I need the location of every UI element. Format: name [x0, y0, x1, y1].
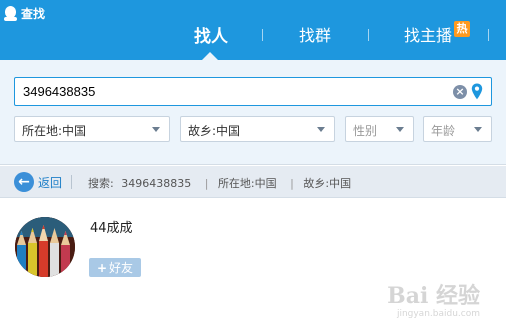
location-select[interactable]: 所在地:中国: [14, 116, 170, 142]
search-summary-label: 搜索:: [88, 177, 114, 190]
baidu-jingyan-watermark: Bai 经验 jingyan.baidu.com: [387, 278, 480, 319]
age-select-label: 年龄: [431, 124, 456, 138]
chevron-down-icon: [152, 127, 160, 132]
gender-select-label: 性别: [353, 124, 378, 138]
search-summary: 搜索: 3496438835 | 所在地:中国 | 故乡:中国: [88, 175, 355, 191]
chevron-down-icon: [317, 127, 325, 132]
search-panel: 3496438835 × 所在地:中国 故乡:中国 性别 年龄: [0, 60, 506, 165]
watermark-url: jingyan.baidu.com: [396, 309, 480, 319]
summary-divider: |: [290, 177, 294, 190]
app-title: 查找: [4, 4, 45, 22]
qq-penguin-icon: [4, 5, 17, 21]
plus-icon: +: [96, 260, 108, 275]
search-summary-value: 3496438835: [121, 177, 192, 190]
age-select[interactable]: 年龄: [423, 116, 492, 142]
search-summary-hometown: 故乡:中国: [303, 177, 352, 190]
breadcrumb: ← 返回 搜索: 3496438835 | 所在地:中国 | 故乡:中国: [0, 166, 506, 198]
tab-find-streamers-label: 找主播: [404, 26, 453, 45]
watermark-brand: Bai 经验: [387, 283, 480, 309]
colored-pencils-image: [15, 217, 75, 277]
avatar[interactable]: [15, 217, 75, 277]
chevron-down-icon: [474, 127, 482, 132]
tab-divider: [262, 29, 263, 41]
tab-find-groups-label: 找群: [299, 26, 332, 45]
back-button-label: 返回: [38, 175, 63, 190]
back-arrow-icon: ←: [14, 172, 34, 192]
tab-divider: [488, 29, 489, 41]
tab-find-streamers[interactable]: 找主播 热: [404, 21, 471, 46]
search-summary-location: 所在地:中国: [217, 177, 277, 190]
tab-find-people[interactable]: 找人: [194, 22, 228, 47]
result-name[interactable]: 44成成: [90, 217, 133, 236]
hometown-select-label: 故乡:中国: [188, 124, 241, 138]
tab-find-people-label: 找人: [194, 26, 228, 47]
app-title-text: 查找: [21, 6, 46, 21]
tab-divider: [368, 29, 369, 41]
clear-icon[interactable]: ×: [453, 85, 467, 99]
chevron-down-icon: [396, 127, 404, 132]
hot-badge: 热: [454, 21, 471, 37]
breadcrumb-divider: [71, 175, 72, 189]
search-input[interactable]: 3496438835 ×: [14, 77, 492, 106]
gender-select[interactable]: 性别: [345, 116, 414, 142]
location-select-label: 所在地:中国: [22, 124, 87, 138]
header-bar: 查找 找人 找群 找主播 热: [0, 0, 506, 60]
active-tab-indicator: [202, 52, 218, 60]
search-input-value[interactable]: 3496438835: [23, 84, 95, 99]
hometown-select[interactable]: 故乡:中国: [180, 116, 335, 142]
summary-divider: |: [204, 177, 209, 190]
back-button[interactable]: ← 返回: [14, 171, 62, 193]
add-friend-button[interactable]: + 好友: [89, 258, 141, 277]
location-pin-icon[interactable]: [471, 83, 483, 100]
add-friend-label: 好友: [109, 261, 134, 275]
tab-find-groups[interactable]: 找群: [299, 22, 331, 46]
